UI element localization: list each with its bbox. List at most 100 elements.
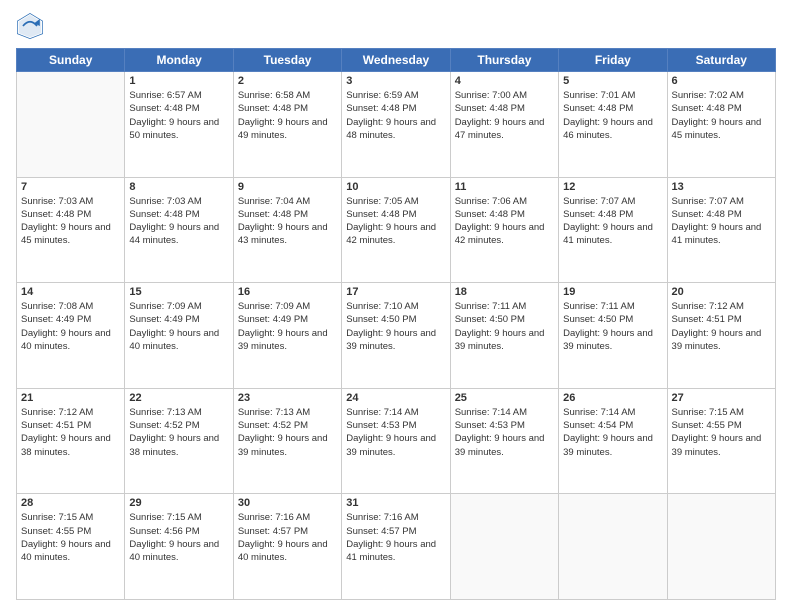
daylight-line: Daylight: 9 hours and 41 minutes. [563,221,662,248]
day-number: 25 [455,392,554,404]
sunrise-line: Sunrise: 7:07 AM [672,195,771,208]
sunrise-line: Sunrise: 7:03 AM [21,195,120,208]
daylight-line: Daylight: 9 hours and 42 minutes. [455,221,554,248]
sunset-line: Sunset: 4:48 PM [455,102,554,115]
sunset-line: Sunset: 4:48 PM [672,208,771,221]
day-number: 11 [455,181,554,193]
daylight-line: Daylight: 9 hours and 39 minutes. [455,327,554,354]
sunset-line: Sunset: 4:48 PM [563,208,662,221]
sunrise-line: Sunrise: 7:03 AM [129,195,228,208]
sunrise-line: Sunrise: 7:08 AM [21,300,120,313]
calendar-cell: 12 Sunrise: 7:07 AM Sunset: 4:48 PM Dayl… [559,177,667,283]
sunset-line: Sunset: 4:54 PM [563,419,662,432]
sunset-line: Sunset: 4:50 PM [346,313,445,326]
day-number: 20 [672,286,771,298]
daylight-line: Daylight: 9 hours and 40 minutes. [21,327,120,354]
sunset-line: Sunset: 4:51 PM [672,313,771,326]
daylight-line: Daylight: 9 hours and 39 minutes. [672,432,771,459]
sunset-line: Sunset: 4:48 PM [455,208,554,221]
calendar-table: SundayMondayTuesdayWednesdayThursdayFrid… [16,48,776,600]
daylight-line: Daylight: 9 hours and 41 minutes. [346,538,445,565]
sunset-line: Sunset: 4:48 PM [563,102,662,115]
sunrise-line: Sunrise: 6:57 AM [129,89,228,102]
page: SundayMondayTuesdayWednesdayThursdayFrid… [0,0,792,612]
calendar-cell: 1 Sunrise: 6:57 AM Sunset: 4:48 PM Dayli… [125,72,233,178]
day-header-sunday: Sunday [17,49,125,72]
daylight-line: Daylight: 9 hours and 40 minutes. [129,538,228,565]
daylight-line: Daylight: 9 hours and 40 minutes. [129,327,228,354]
sunset-line: Sunset: 4:48 PM [129,208,228,221]
day-number: 16 [238,286,337,298]
daylight-line: Daylight: 9 hours and 39 minutes. [563,432,662,459]
sunrise-line: Sunrise: 7:16 AM [238,511,337,524]
sunset-line: Sunset: 4:48 PM [238,102,337,115]
calendar-cell: 16 Sunrise: 7:09 AM Sunset: 4:49 PM Dayl… [233,283,341,389]
sunrise-line: Sunrise: 7:15 AM [672,406,771,419]
daylight-line: Daylight: 9 hours and 45 minutes. [21,221,120,248]
calendar-cell [450,494,558,600]
day-number: 23 [238,392,337,404]
sunset-line: Sunset: 4:53 PM [455,419,554,432]
sunrise-line: Sunrise: 7:12 AM [21,406,120,419]
logo [16,12,48,40]
calendar-cell: 30 Sunrise: 7:16 AM Sunset: 4:57 PM Dayl… [233,494,341,600]
sunset-line: Sunset: 4:51 PM [21,419,120,432]
sunset-line: Sunset: 4:48 PM [129,102,228,115]
sunrise-line: Sunrise: 7:02 AM [672,89,771,102]
day-number: 15 [129,286,228,298]
sunrise-line: Sunrise: 7:13 AM [238,406,337,419]
calendar-cell: 5 Sunrise: 7:01 AM Sunset: 4:48 PM Dayli… [559,72,667,178]
day-number: 17 [346,286,445,298]
day-number: 31 [346,497,445,509]
day-number: 8 [129,181,228,193]
sunrise-line: Sunrise: 7:14 AM [563,406,662,419]
sunrise-line: Sunrise: 6:59 AM [346,89,445,102]
calendar-cell [17,72,125,178]
calendar-cell [667,494,775,600]
calendar-cell: 4 Sunrise: 7:00 AM Sunset: 4:48 PM Dayli… [450,72,558,178]
day-header-thursday: Thursday [450,49,558,72]
calendar-cell: 10 Sunrise: 7:05 AM Sunset: 4:48 PM Dayl… [342,177,450,283]
sunrise-line: Sunrise: 6:58 AM [238,89,337,102]
calendar-cell: 15 Sunrise: 7:09 AM Sunset: 4:49 PM Dayl… [125,283,233,389]
day-number: 14 [21,286,120,298]
calendar-cell: 24 Sunrise: 7:14 AM Sunset: 4:53 PM Dayl… [342,388,450,494]
calendar-cell: 14 Sunrise: 7:08 AM Sunset: 4:49 PM Dayl… [17,283,125,389]
daylight-line: Daylight: 9 hours and 45 minutes. [672,116,771,143]
sunset-line: Sunset: 4:48 PM [346,208,445,221]
day-number: 13 [672,181,771,193]
sunrise-line: Sunrise: 7:05 AM [346,195,445,208]
sunrise-line: Sunrise: 7:11 AM [563,300,662,313]
sunset-line: Sunset: 4:49 PM [129,313,228,326]
sunrise-line: Sunrise: 7:11 AM [455,300,554,313]
sunset-line: Sunset: 4:57 PM [346,525,445,538]
daylight-line: Daylight: 9 hours and 42 minutes. [346,221,445,248]
daylight-line: Daylight: 9 hours and 39 minutes. [563,327,662,354]
sunset-line: Sunset: 4:50 PM [563,313,662,326]
daylight-line: Daylight: 9 hours and 39 minutes. [346,327,445,354]
sunset-line: Sunset: 4:56 PM [129,525,228,538]
day-number: 3 [346,75,445,87]
calendar-cell: 28 Sunrise: 7:15 AM Sunset: 4:55 PM Dayl… [17,494,125,600]
daylight-line: Daylight: 9 hours and 39 minutes. [238,432,337,459]
sunrise-line: Sunrise: 7:09 AM [238,300,337,313]
daylight-line: Daylight: 9 hours and 47 minutes. [455,116,554,143]
sunrise-line: Sunrise: 7:07 AM [563,195,662,208]
daylight-line: Daylight: 9 hours and 38 minutes. [129,432,228,459]
daylight-line: Daylight: 9 hours and 44 minutes. [129,221,228,248]
day-number: 6 [672,75,771,87]
sunset-line: Sunset: 4:48 PM [21,208,120,221]
sunset-line: Sunset: 4:55 PM [21,525,120,538]
daylight-line: Daylight: 9 hours and 40 minutes. [238,538,337,565]
sunset-line: Sunset: 4:52 PM [129,419,228,432]
sunset-line: Sunset: 4:48 PM [346,102,445,115]
sunset-line: Sunset: 4:52 PM [238,419,337,432]
sunrise-line: Sunrise: 7:13 AM [129,406,228,419]
daylight-line: Daylight: 9 hours and 43 minutes. [238,221,337,248]
sunrise-line: Sunrise: 7:01 AM [563,89,662,102]
daylight-line: Daylight: 9 hours and 40 minutes. [21,538,120,565]
calendar-cell: 11 Sunrise: 7:06 AM Sunset: 4:48 PM Dayl… [450,177,558,283]
daylight-line: Daylight: 9 hours and 39 minutes. [238,327,337,354]
calendar-cell: 17 Sunrise: 7:10 AM Sunset: 4:50 PM Dayl… [342,283,450,389]
daylight-line: Daylight: 9 hours and 46 minutes. [563,116,662,143]
